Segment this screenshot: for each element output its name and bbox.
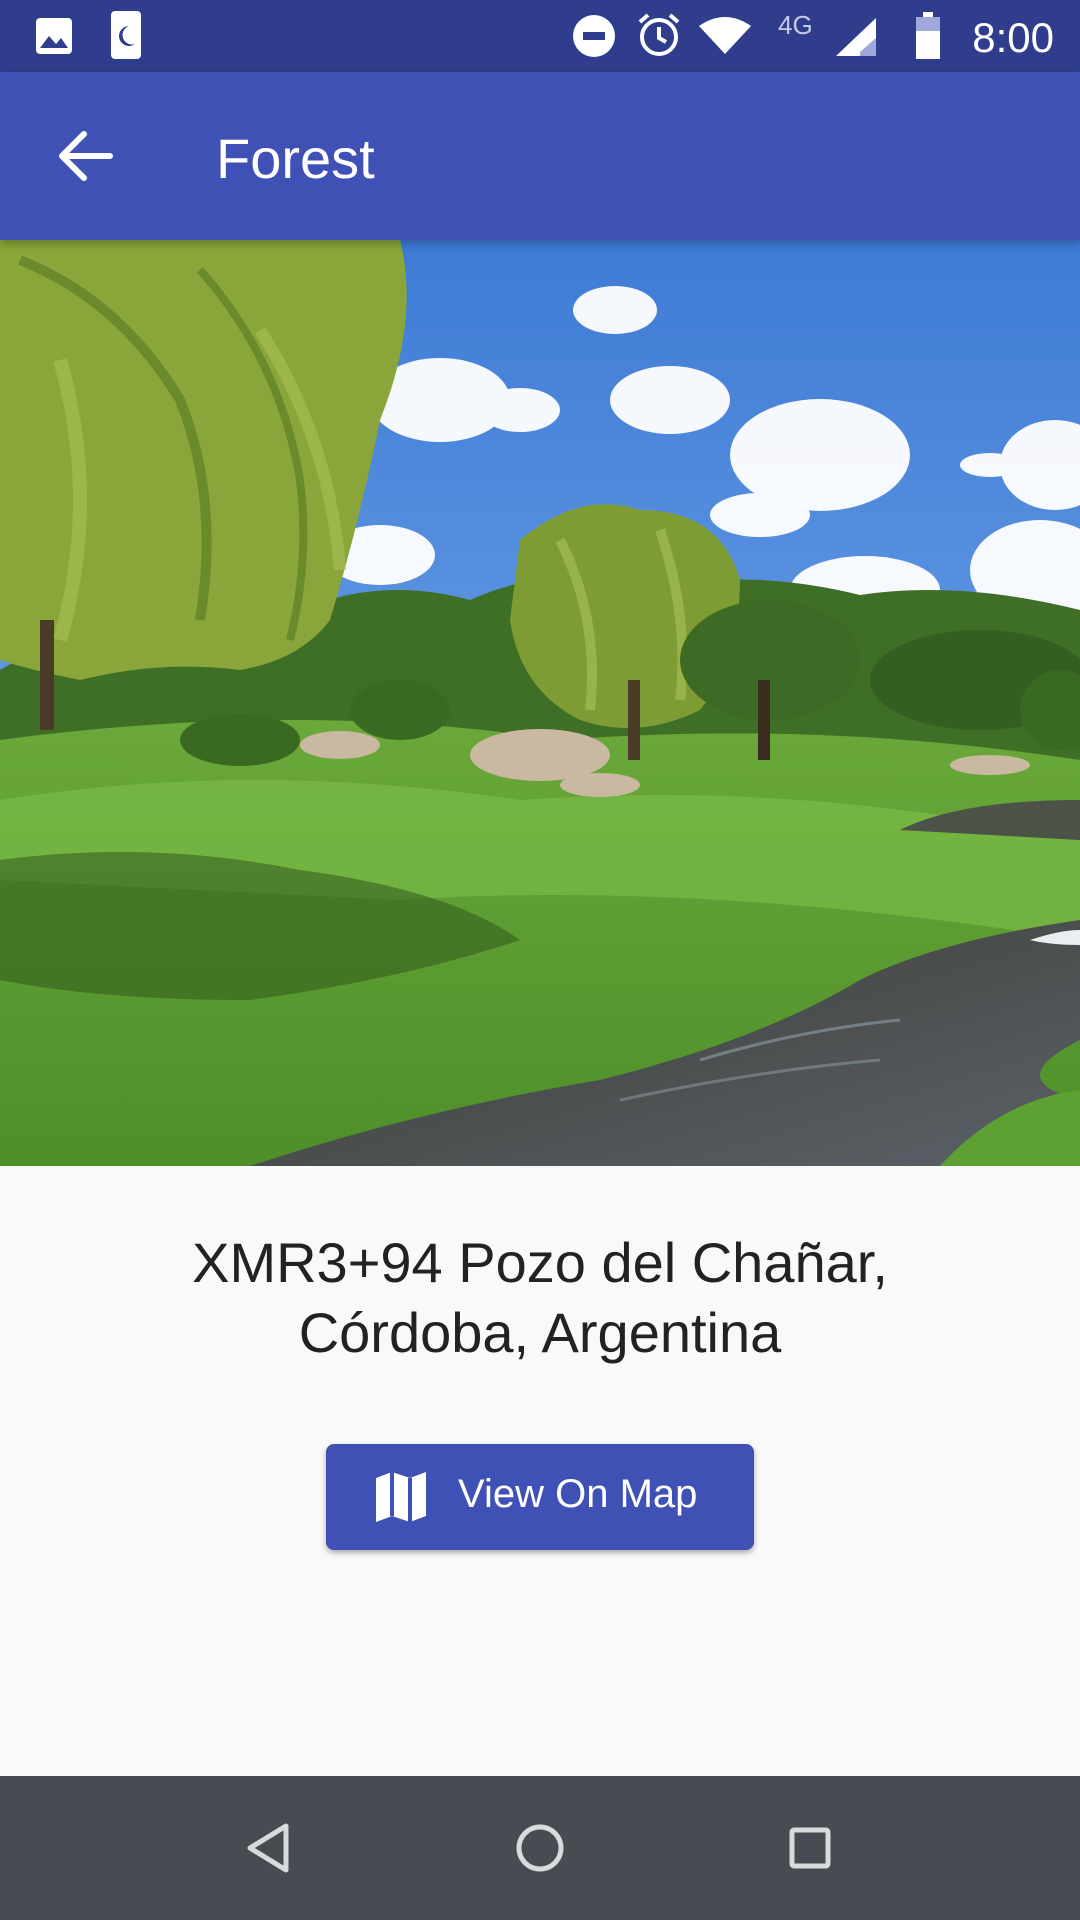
system-nav-bar <box>0 1776 1080 1920</box>
app-bar: Forest <box>0 72 1080 240</box>
sim-moon-icon <box>111 11 141 59</box>
status-bar: 4G 8:00 <box>0 0 1080 72</box>
place-photo <box>0 240 1080 1166</box>
signal-icon <box>836 18 876 56</box>
clock: 8:00 <box>972 14 1054 61</box>
view-on-map-button[interactable]: View On Map <box>326 1444 754 1550</box>
back-button[interactable] <box>44 114 128 198</box>
back-triangle-icon <box>247 1823 289 1873</box>
image-icon <box>36 18 72 54</box>
nav-back-button[interactable] <box>236 1814 304 1882</box>
view-on-map-label: View On Map <box>458 1472 698 1516</box>
place-address: XMR3+94 Pozo del Chañar, Córdoba, Argent… <box>192 1231 888 1364</box>
map-icon <box>376 1472 426 1522</box>
alarm-icon <box>638 13 680 56</box>
do-not-disturb-icon <box>573 15 615 57</box>
wifi-icon <box>699 17 751 54</box>
arrow-back-icon <box>59 131 113 181</box>
page-title: Forest <box>216 127 375 190</box>
nav-home-button[interactable] <box>506 1814 574 1882</box>
battery-icon <box>916 12 940 59</box>
home-circle-icon <box>516 1824 564 1872</box>
network-type-label: 4G <box>778 10 813 40</box>
nav-recents-button[interactable] <box>776 1814 844 1882</box>
recents-square-icon <box>789 1827 831 1869</box>
